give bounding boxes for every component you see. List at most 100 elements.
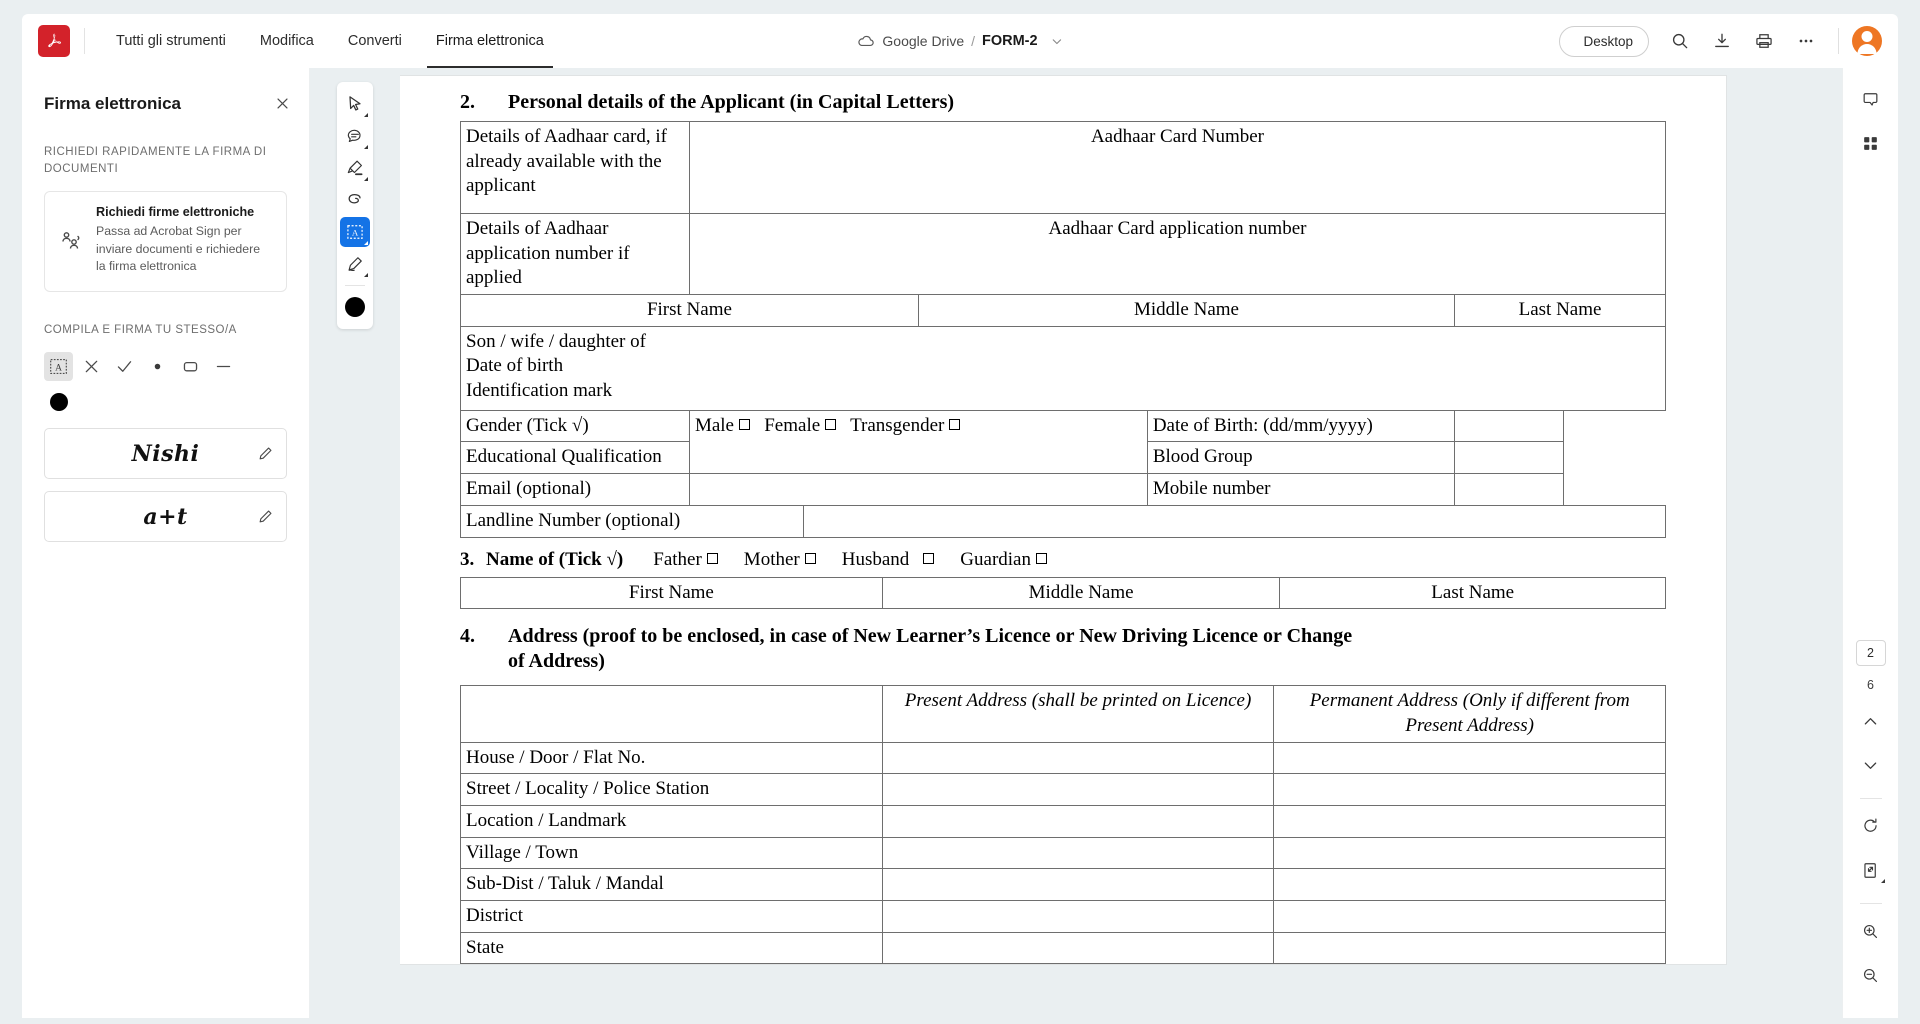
table-row: Details of Aadhaar card, if already avai…	[460, 121, 1667, 214]
color-swatch-button[interactable]	[44, 387, 73, 416]
rotate-button[interactable]	[1854, 809, 1888, 843]
gender-transgender-checkbox[interactable]	[949, 418, 961, 430]
breadcrumb-filename[interactable]: FORM-2	[982, 33, 1038, 49]
landline-value-cell[interactable]	[803, 504, 1666, 538]
name-of-mother-option[interactable]: Mother	[744, 549, 816, 571]
address-permanent-cell[interactable]	[1273, 804, 1666, 838]
more-horizontal-icon	[1799, 39, 1813, 43]
current-page-input[interactable]: 2	[1855, 640, 1886, 666]
color-picker-tool[interactable]	[340, 292, 370, 322]
name-of-guardian-option[interactable]: Guardian	[960, 549, 1047, 571]
search-button[interactable]	[1661, 22, 1699, 60]
card-title: Richiedi firme elettroniche	[96, 205, 255, 220]
edit-signature-2-button[interactable]	[258, 509, 274, 525]
sign-pen-tool[interactable]	[340, 249, 370, 279]
address-present-cell[interactable]	[881, 836, 1275, 870]
close-panel-button[interactable]	[271, 92, 293, 114]
breadcrumb-location[interactable]: Google Drive	[882, 33, 964, 49]
address-permanent-cell[interactable]	[1273, 741, 1666, 775]
rotate-clockwise-icon	[1864, 817, 1877, 832]
rail-divider	[1859, 903, 1882, 904]
tool-caret	[1880, 879, 1885, 883]
download-button[interactable]	[1703, 22, 1741, 60]
address-permanent-cell[interactable]	[1273, 931, 1666, 965]
address-present-cell[interactable]	[881, 931, 1275, 965]
fit-page-button[interactable]	[1854, 853, 1888, 887]
section-4-title: Address (proof to be enclosed, in case o…	[508, 625, 1353, 673]
name-of-husband-option[interactable]: Husband	[842, 549, 935, 571]
comment-panel-button[interactable]	[1854, 82, 1888, 116]
address-present-cell[interactable]	[881, 900, 1275, 933]
zoom-in-button[interactable]	[1854, 914, 1888, 948]
acrobat-logo-icon[interactable]	[38, 25, 70, 57]
document-viewport[interactable]: 2. Personal details of the Applicant (in…	[400, 68, 1842, 1018]
saved-signature-1[interactable]: Nishi	[44, 428, 287, 480]
name-of-father-option[interactable]: Father	[653, 549, 718, 571]
fill-and-sign-tool[interactable]: A	[340, 217, 370, 247]
address-present-cell[interactable]	[881, 804, 1275, 838]
address-permanent-cell[interactable]	[1273, 900, 1666, 933]
edit-signature-1-button[interactable]	[258, 446, 274, 462]
request-esignatures-card[interactable]: Richiedi firme elettroniche Passa ad Acr…	[44, 191, 287, 292]
previous-page-button[interactable]	[1854, 704, 1888, 738]
tab-tutti-gli-strumenti[interactable]: Tutti gli strumenti	[99, 14, 243, 68]
father-checkbox[interactable]	[706, 552, 718, 564]
all-tools-grid-icon	[1864, 136, 1877, 150]
guardian-checkbox[interactable]	[1036, 552, 1047, 564]
gender-male-checkbox[interactable]	[738, 418, 750, 430]
table-row: Present Address (shall be printed on Lic…	[460, 685, 1666, 743]
dob-value-cell[interactable]	[1454, 409, 1564, 443]
tab-modifica[interactable]: Modifica	[243, 14, 331, 68]
gender-options-cell[interactable]: Male Female Transgender	[688, 409, 1148, 475]
more-options-button[interactable]	[1787, 22, 1825, 60]
open-in-desktop-button[interactable]: Desktop	[1559, 25, 1649, 57]
guardian-label: Guardian	[960, 548, 1031, 570]
address-present-cell[interactable]	[881, 741, 1275, 775]
saved-signature-2[interactable]: a+t	[44, 491, 287, 543]
toolbar-divider	[1838, 28, 1839, 54]
add-text-tool[interactable]: A	[44, 352, 73, 382]
present-address-header: Present Address (shall be printed on Lic…	[881, 685, 1275, 743]
highlighter-tool[interactable]	[340, 153, 370, 183]
mother-checkbox[interactable]	[804, 552, 816, 564]
tab-firma-elettronica[interactable]: Firma elettronica	[419, 14, 561, 68]
all-tools-button[interactable]	[1854, 126, 1888, 160]
gender-male-label: Male	[694, 414, 734, 436]
chevron-down-icon[interactable]	[1051, 35, 1064, 48]
cross-mark-tool[interactable]	[77, 352, 106, 381]
blood-group-label-cell: Blood Group	[1146, 441, 1456, 475]
select-cursor-tool[interactable]	[340, 89, 370, 119]
address-permanent-cell[interactable]	[1273, 868, 1666, 901]
comment-tool[interactable]	[340, 121, 370, 151]
aadhaar-number-cell[interactable]: Aadhaar Card Number	[688, 121, 1667, 214]
table-row: Location / Landmark	[460, 804, 1666, 838]
tab-converti[interactable]: Converti	[331, 14, 419, 68]
main-area: Firma elettronica RICHIEDI RAPIDAMENTE L…	[22, 68, 1898, 1018]
name-of-table: First Name Middle Name Last Name	[460, 576, 1666, 610]
check-mark-tool[interactable]	[110, 352, 139, 381]
relation-line: Son / wife / daughter of	[466, 330, 646, 352]
rounded-rect-tool[interactable]	[176, 352, 205, 381]
line-tool[interactable]	[209, 352, 238, 381]
relation-dob-idmark-cell[interactable]: Son / wife / daughter of Date of birth I…	[460, 325, 1666, 411]
avatar[interactable]	[1852, 26, 1882, 56]
zoom-out-button[interactable]	[1854, 958, 1888, 992]
squiggly-draw-tool[interactable]	[340, 185, 370, 215]
mobile-value-cell[interactable]	[1454, 473, 1564, 506]
address-present-cell[interactable]	[881, 868, 1275, 901]
husband-checkbox[interactable]	[923, 552, 935, 564]
address-present-cell[interactable]	[881, 773, 1275, 806]
last-name-header: Last Name	[1454, 294, 1666, 327]
next-page-button[interactable]	[1854, 748, 1888, 782]
dot-tool[interactable]	[143, 352, 172, 381]
color-black-dot	[345, 297, 365, 317]
cross-mark-icon	[85, 361, 98, 373]
aadhaar-app-number-cell[interactable]: Aadhaar Card application number	[688, 212, 1667, 296]
address-permanent-cell[interactable]	[1273, 773, 1666, 806]
address-permanent-cell[interactable]	[1273, 836, 1666, 870]
gender-female-checkbox[interactable]	[825, 418, 837, 430]
email-value-cell[interactable]	[688, 473, 1148, 506]
add-text-icon: A	[50, 359, 67, 375]
blood-group-value-cell[interactable]	[1454, 441, 1564, 475]
print-button[interactable]	[1745, 22, 1783, 60]
